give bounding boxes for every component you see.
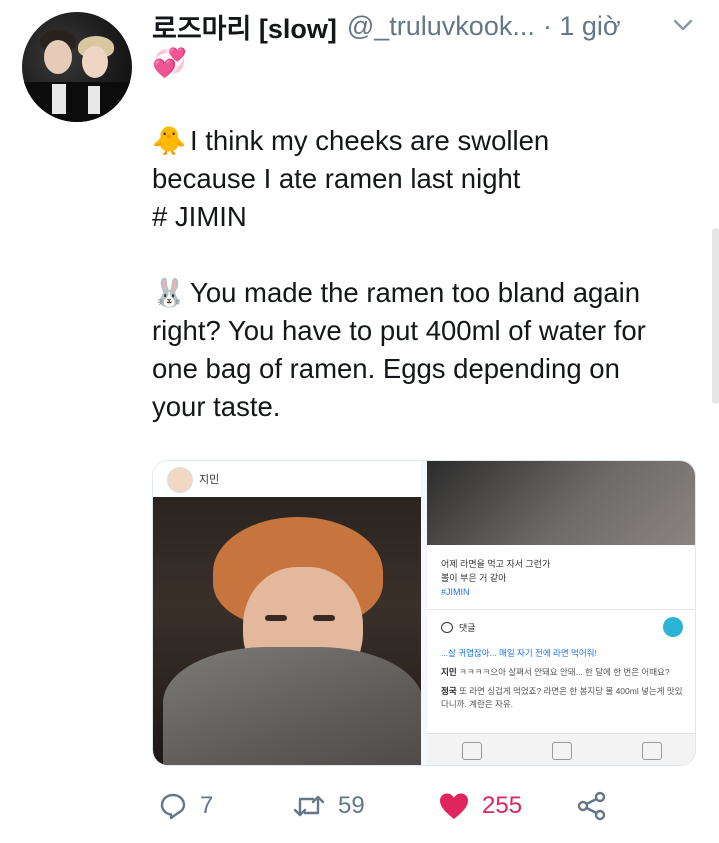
tweet-line: 🐰 You made the ramen too bland again — [152, 274, 712, 312]
avatar-figure-suit — [22, 82, 132, 122]
tweet-line: because I ate ramen last night — [152, 163, 521, 194]
cropped-photo — [427, 461, 695, 545]
tweet-line: right? You have to put 400ml of water fo… — [152, 315, 646, 346]
reply-icon — [160, 793, 186, 820]
avatar-figure-shirt — [52, 84, 66, 114]
chat-icon — [462, 742, 482, 760]
like-button[interactable]: 255 — [438, 786, 522, 826]
share-icon — [642, 742, 662, 760]
reply-count: 7 — [200, 792, 214, 819]
reply-button[interactable]: 7 — [158, 786, 213, 826]
scrollbar[interactable] — [712, 228, 719, 404]
like-count: 255 — [482, 792, 523, 819]
avatar-figure-shirt — [88, 86, 100, 114]
chevron-down-icon[interactable] — [672, 16, 694, 34]
retweet-button[interactable]: 59 — [292, 786, 365, 826]
post-footer — [427, 733, 695, 765]
share-icon — [577, 791, 606, 821]
phone-icon — [552, 742, 572, 760]
heart-icon — [440, 793, 468, 819]
selfie-photo — [153, 497, 421, 765]
post-caption: 어제 라면을 먹고 자서 그런가 볼이 부은 거 같아 #JIMIN — [441, 559, 551, 597]
media-image-right[interactable]: 어제 라면을 먹고 자서 그런가 볼이 부은 거 같아 #JIMIN 댓글 ..… — [427, 461, 695, 765]
comments-header: 댓글 — [441, 621, 476, 634]
hashtag[interactable]: # JIMIN — [152, 198, 712, 236]
photo-subject-eye — [313, 615, 335, 621]
chick-emoji: 🐥 — [152, 125, 187, 156]
tweet-line: your taste. — [152, 391, 281, 422]
media-attachment[interactable]: 지민 어제 라면을 먹고 자서 그런가 볼이 부은 거 같아 #JIMIN 댓글… — [152, 460, 696, 766]
tweet-header: 로즈마리 [slow] @_truluvkook... · 1 giờ — [152, 8, 621, 44]
retweet-icon — [293, 795, 325, 817]
divider — [427, 609, 695, 610]
rabbit-emoji: 🐰 — [152, 277, 187, 308]
comment-list: ...살 귀엽잖아... 매일 자기 전에 라면 먹어줘! 지민 ㅋㅋㅋㅋ으아 … — [441, 647, 687, 717]
comment: 정국 또 라면 싱겁게 먹었죠? 라면은 한 봉지당 물 400ml 넣는게 맛… — [441, 686, 683, 709]
comment: ...살 귀엽잖아... 매일 자기 전에 라면 먹어줘! — [441, 648, 597, 658]
avatar-figure-face — [44, 40, 72, 74]
tweet-line: one bag of ramen. Eggs depending on — [152, 353, 620, 384]
post-header: 지민 — [153, 461, 421, 497]
media-image-left[interactable]: 지민 — [153, 461, 421, 765]
photo-subject-scarf — [163, 647, 421, 765]
hourglass-icon — [663, 617, 683, 637]
comment: 지민 ㅋㅋㅋㅋ으아 살쪄서 안돼요 안돼... 한 달에 한 번은 어때요? — [441, 667, 670, 677]
name-emoji: 💞 — [152, 47, 187, 78]
tweet-text: 🐥 I think my cheeks are swollen because I… — [152, 122, 712, 426]
user-handle[interactable]: @_truluvkook... — [347, 11, 535, 42]
post-avatar — [167, 467, 193, 493]
post-author-name: 지민 — [199, 474, 220, 486]
photo-subject-eye — [265, 615, 287, 621]
share-button[interactable] — [576, 786, 608, 826]
display-name[interactable]: 로즈마리 [slow] — [152, 7, 337, 46]
tweet-line: 🐥 I think my cheeks are swollen — [152, 122, 712, 160]
avatar-figure-face — [82, 46, 108, 78]
avatar[interactable] — [22, 12, 132, 122]
tweet-actions: 7 59 255 — [152, 786, 652, 826]
timestamp[interactable]: · 1 giờ — [543, 11, 621, 42]
comment-icon — [441, 622, 453, 633]
retweet-count: 59 — [338, 792, 365, 819]
